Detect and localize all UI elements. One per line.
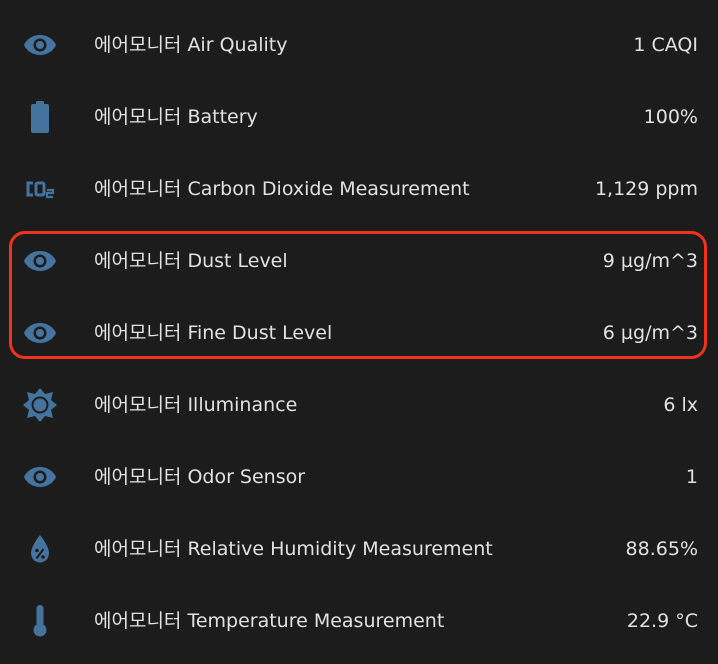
entity-label: 에어모니터 Carbon Dioxide Measurement [94,178,470,200]
co2-icon [20,171,60,207]
entity-value: 100% [643,106,698,128]
entity-label: 에어모니터 Odor Sensor [94,466,306,488]
entity-value: 6 lx [663,394,698,416]
entity-list: 에어모니터 Air Quality 1 CAQI 에어모니터 Battery 1… [0,9,718,657]
entity-label: 에어모니터 Relative Humidity Measurement [94,538,493,560]
thermometer-icon [20,603,60,639]
eye-icon [20,27,60,63]
entity-value: 1,129 ppm [594,178,698,200]
entity-label: 에어모니터 Temperature Measurement [94,610,445,632]
entity-value: 22.9 °C [626,610,698,632]
entity-value: 1 CAQI [633,34,698,56]
entity-row-air-quality[interactable]: 에어모니터 Air Quality 1 CAQI [0,9,718,81]
entity-value: 6 µg/m^3 [602,322,698,344]
entity-row-co2[interactable]: 에어모니터 Carbon Dioxide Measurement 1,129 p… [0,153,718,225]
entity-label: 에어모니터 Dust Level [94,250,288,272]
battery-icon [20,99,60,135]
water-percent-icon [20,531,60,567]
entity-label: 에어모니터 Air Quality [94,34,288,56]
entity-value: 1 [685,466,698,488]
eye-icon [20,243,60,279]
entity-value: 88.65% [625,538,698,560]
eye-icon [20,459,60,495]
entity-row-dust-level[interactable]: 에어모니터 Dust Level 9 µg/m^3 [0,225,718,297]
entity-value: 9 µg/m^3 [602,250,698,272]
brightness-icon [20,387,60,423]
entity-row-humidity[interactable]: 에어모니터 Relative Humidity Measurement 88.6… [0,513,718,585]
entity-row-odor-sensor[interactable]: 에어모니터 Odor Sensor 1 [0,441,718,513]
entity-label: 에어모니터 Battery [94,106,258,128]
entity-row-temperature[interactable]: 에어모니터 Temperature Measurement 22.9 °C [0,585,718,657]
eye-icon [20,315,60,351]
entity-row-illuminance[interactable]: 에어모니터 Illuminance 6 lx [0,369,718,441]
entity-label: 에어모니터 Illuminance [94,394,298,416]
entity-row-battery[interactable]: 에어모니터 Battery 100% [0,81,718,153]
entity-label: 에어모니터 Fine Dust Level [94,322,333,344]
entity-row-fine-dust-level[interactable]: 에어모니터 Fine Dust Level 6 µg/m^3 [0,297,718,369]
